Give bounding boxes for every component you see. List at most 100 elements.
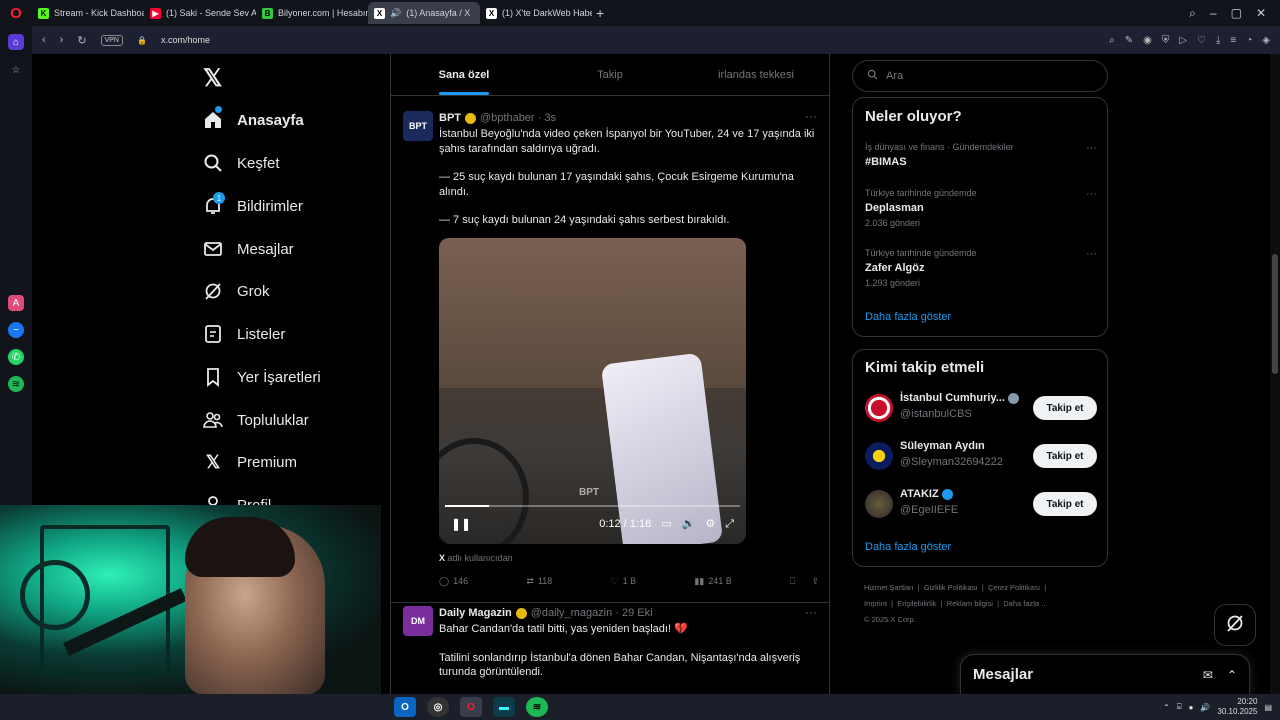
new-tab-button[interactable]: + [596, 5, 604, 21]
avatar[interactable] [865, 490, 893, 518]
more-icon[interactable]: ··· [805, 109, 817, 124]
obs-icon[interactable]: ◎ [427, 697, 449, 717]
footer-link[interactable]: Çerez Politikası [988, 583, 1040, 592]
scrollbar-thumb[interactable] [1272, 254, 1278, 374]
new-message-icon[interactable]: ✉ [1203, 668, 1213, 682]
footer-link[interactable]: Daha fazla ... [1003, 599, 1047, 608]
clock[interactable]: 20:20 30.10.2025 [1217, 697, 1257, 717]
author-name[interactable]: Daily Magazin [439, 606, 512, 621]
notification-icon[interactable]: ▤ [1264, 703, 1272, 712]
browser-tab[interactable]: B Bilyoner.com | Hesabım | [256, 2, 368, 24]
footer-link[interactable]: Gizlilik Politikası [924, 583, 978, 592]
browser-tab[interactable]: X(1) X'te DarkWeb Haber: " [480, 2, 592, 24]
tab-search-icon[interactable]: ⌕ [1189, 6, 1196, 21]
page-scrollbar[interactable] [1270, 54, 1280, 694]
footer-link[interactable]: Hizmet Şartları [864, 583, 914, 592]
more-icon[interactable]: ··· [805, 605, 817, 620]
messages-drawer[interactable]: Mesajlar ✉ ⌃ [960, 654, 1250, 694]
download-icon[interactable]: ⤓ [1216, 35, 1220, 46]
nav-lists[interactable]: Listeler [203, 322, 285, 346]
close-button[interactable]: ✕ [1256, 6, 1266, 21]
menu-icon[interactable]: ≡ [1230, 35, 1236, 46]
nav-home[interactable]: Anasayfa [203, 106, 304, 132]
tweet[interactable]: BPT BPT @bpthaber · 3s ··· İstanbul Beyo… [391, 97, 829, 603]
settings-icon[interactable]: ⚙ [705, 517, 715, 532]
retweet-button[interactable]: ⇄ 118 [526, 574, 552, 589]
show-more-link[interactable]: Daha fazla göster [865, 541, 951, 553]
spotify-icon[interactable]: ≋ [526, 697, 548, 717]
outlook-icon[interactable]: O [394, 697, 416, 717]
camera-icon[interactable]: ◉ [1143, 35, 1152, 46]
star-icon[interactable]: ☆ [8, 62, 24, 78]
shield-icon[interactable]: ⛨ [1162, 35, 1170, 46]
volume-icon[interactable]: 🔊 [1200, 703, 1210, 712]
nav-messages[interactable]: Mesajlar [203, 237, 294, 261]
author-name[interactable]: BPT [439, 111, 461, 126]
browser-tab[interactable]: KStream - Kick Dashboard [32, 2, 144, 24]
back-icon[interactable]: ‹ [42, 34, 46, 46]
maximize-button[interactable]: ▢ [1231, 6, 1242, 21]
x-logo-icon[interactable]: 𝕏 [203, 64, 222, 93]
bookmark-icon[interactable]: ⎕ [790, 574, 795, 589]
forward-icon[interactable]: › [60, 34, 64, 46]
author-handle[interactable]: @bpthaber · 3s [480, 111, 556, 126]
app-icon[interactable]: ▬ [493, 697, 515, 717]
tab-following[interactable]: Takip [537, 54, 683, 95]
nav-bookmarks[interactable]: Yer İşaretleri [203, 365, 321, 389]
volume-icon[interactable]: 🔊 [682, 517, 696, 532]
vpn-badge[interactable]: VPN [100, 34, 123, 46]
more-icon[interactable]: ··· [1086, 188, 1097, 200]
aria-icon[interactable]: A [8, 295, 24, 311]
follow-button[interactable]: Takip et [1033, 396, 1097, 420]
nav-explore[interactable]: Keşfet [203, 151, 280, 175]
avatar[interactable]: BPT [403, 111, 433, 141]
home-icon[interactable]: ⌂ [8, 34, 24, 50]
share-icon[interactable]: ⇪ [811, 574, 819, 589]
url-field[interactable]: x.com/home [161, 35, 210, 45]
zoom-icon[interactable]: ⌕ [1109, 35, 1115, 46]
grok-fab-button[interactable] [1214, 604, 1256, 646]
tab-community[interactable]: irlandas tekkesi [683, 54, 829, 95]
show-more-link[interactable]: Daha fazla göster [865, 311, 951, 323]
captions-icon[interactable]: ▭ [661, 517, 671, 532]
heart-icon[interactable]: ♡ [1197, 35, 1206, 46]
nav-premium[interactable]: 𝕏 Premium [203, 450, 297, 474]
footer-link[interactable]: Imprint [864, 599, 887, 608]
browser-tab[interactable]: ▶(1) Saki - Sende Sev Ama [144, 2, 256, 24]
nav-notifications[interactable]: 1 Bildirimler [203, 192, 303, 218]
more-icon[interactable]: ··· [1086, 248, 1097, 260]
minimize-button[interactable]: – [1210, 6, 1217, 21]
messenger-icon[interactable]: ~ [8, 322, 24, 338]
opera-icon[interactable]: O [460, 697, 482, 717]
follow-suggestion[interactable]: ATAKIZ @EgeIIEFE Takip et [865, 488, 1097, 522]
mic-icon[interactable]: ● [1189, 703, 1194, 712]
tab-for-you[interactable]: Sana özel [391, 54, 537, 95]
follow-button[interactable]: Takip et [1033, 444, 1097, 468]
like-button[interactable]: ♡ 1 B [611, 574, 637, 589]
follow-suggestion[interactable]: Süleyman Aydın @Sleyman32694222 Takip et [865, 440, 1097, 474]
reload-icon[interactable]: ↻ [77, 34, 86, 47]
browser-tab-active[interactable]: X 🔊 (1) Anasayfa / X [368, 2, 480, 24]
views-button[interactable]: ▮▮ 241 B [694, 574, 731, 589]
footer-link[interactable]: Erişilebilirlik [897, 599, 936, 608]
trend-item[interactable]: Türkiye tarihinde gündemde Deplasman 2.0… [865, 188, 1097, 228]
pause-icon[interactable]: ❚❚ [451, 517, 471, 532]
opera-logo-icon[interactable]: O [0, 0, 32, 26]
avatar[interactable] [865, 394, 893, 422]
tweet[interactable]: DM Daily Magazin @daily_magazin · 29 Eki… [391, 604, 829, 694]
footer-link[interactable]: Reklam bilgisi [947, 599, 993, 608]
search-input[interactable]: Ara [852, 60, 1108, 92]
avatar[interactable]: DM [403, 606, 433, 636]
author-handle[interactable]: @daily_magazin · 29 Eki [531, 606, 653, 621]
follow-button[interactable]: Takip et [1033, 492, 1097, 516]
extension-icon[interactable]: ◈ [1262, 35, 1270, 46]
account-icon[interactable]: ◔ [1246, 35, 1252, 46]
trend-item[interactable]: İş dünyası ve finans · Gündemdekiler #BI… [865, 142, 1097, 168]
avatar[interactable] [865, 442, 893, 470]
fullscreen-icon[interactable]: ⤢ [725, 517, 734, 532]
spotify-icon[interactable]: ≋ [8, 376, 24, 392]
video-player[interactable]: BPT ❚❚ 0:12 / 1:18 ▭ 🔊 ⚙ ⤢ [439, 238, 746, 544]
reply-button[interactable]: ◯ 146 [439, 574, 468, 589]
whatsapp-icon[interactable]: ✆ [8, 349, 24, 365]
tray-chevron-icon[interactable]: ⌃ [1163, 703, 1170, 712]
